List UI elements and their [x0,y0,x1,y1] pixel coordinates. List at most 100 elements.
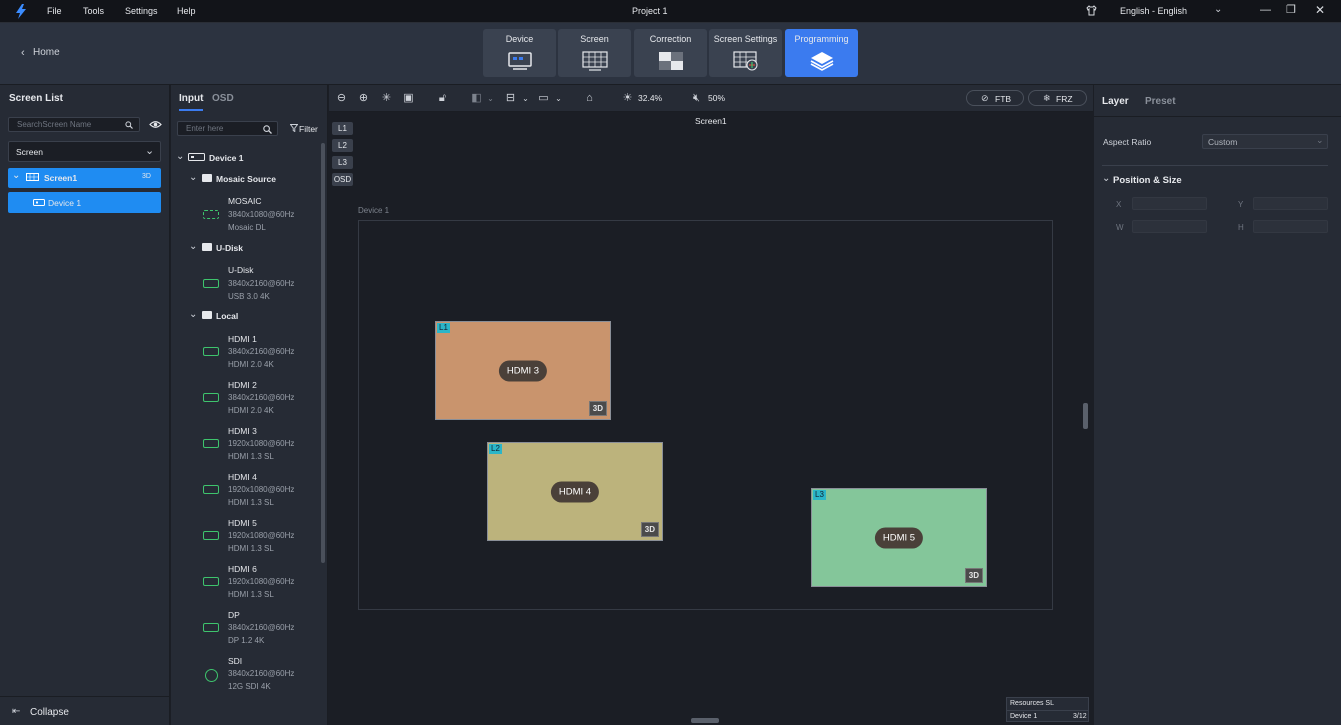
chevron-down-icon[interactable]: ⌄ [189,241,197,252]
chevron-down-icon[interactable]: ⌄ [189,172,197,183]
tab-correction[interactable]: Correction [634,29,707,77]
layer-button-l1[interactable]: L1 [332,122,353,135]
menu-file[interactable]: File [47,6,62,16]
resources-device: Device 1 [1010,713,1038,720]
hdmi-icon [203,393,219,402]
3d-badge[interactable]: 3D [640,522,659,537]
chevron-down-icon[interactable]: ⌄ [484,92,497,105]
chevron-down-icon[interactable]: ⌄ [176,151,184,162]
chevron-down-icon[interactable]: ⌄ [552,92,565,105]
shirt-icon[interactable] [1086,5,1097,16]
tab-programming[interactable]: Programming [785,29,858,77]
collapse-icon[interactable]: ⇤ [12,706,20,717]
eye-icon[interactable] [149,120,162,129]
panel-title: Screen List [9,93,63,104]
tab-device[interactable]: Device [483,29,556,77]
3d-badge[interactable]: 3D [964,568,983,583]
layer-order-icon[interactable]: ◧ [470,92,483,105]
language-select[interactable]: English - English [1120,6,1187,16]
close-icon[interactable]: ✕ [1315,3,1325,17]
chevron-down-icon[interactable]: ⌄ [1102,173,1110,184]
programming-canvas-area: ⊖ ⊕ ✳ ▣ 🔓︎ ◧ ⌄ ⊟ ⌄ ▭ ⌄ ⌂ ☀ 32.4% 🔇︎ 50% … [329,85,1093,725]
horizontal-scroll-handle[interactable] [691,718,719,723]
align-icon[interactable]: ⊟ [504,92,517,105]
group-u-disk[interactable]: U-Disk [216,243,243,253]
back-chevron-icon[interactable]: ‹ [21,47,25,59]
group-local[interactable]: Local [216,311,238,321]
zoom-in-icon[interactable]: ⊕ [357,92,370,105]
zoom-out-icon[interactable]: ⊖ [335,92,348,105]
tab-layer[interactable]: Layer [1102,96,1129,107]
filter-button[interactable]: Filter [299,124,318,134]
brightness-icon[interactable]: ☀ [621,92,634,105]
layer-l2[interactable]: L2 HDMI 4 3D [487,442,663,541]
source-type: HDMI 1.3 SL [228,452,274,461]
screen-settings-icon [733,51,758,71]
tab-screen[interactable]: Screen [558,29,631,77]
y-input[interactable] [1253,197,1328,210]
layer-l1[interactable]: L1 HDMI 3 3D [435,321,611,420]
source-name: HDMI 4 [228,472,257,482]
x-input[interactable] [1132,197,1207,210]
vertical-scroll-handle[interactable] [1083,403,1088,429]
layer-button-osd[interactable]: OSD [332,173,353,186]
fullscreen-icon[interactable]: ▣ [402,92,415,105]
source-resolution: 3840x2160@60Hz [228,393,295,402]
w-input[interactable] [1132,220,1207,233]
chevron-down-icon[interactable]: ⌄ [12,170,20,181]
layer-source-label: HDMI 5 [874,527,924,548]
volume-mute-icon[interactable]: 🔇︎ [690,92,703,105]
menu-help[interactable]: Help [177,6,196,16]
ftb-label: FTB [995,94,1012,104]
layer-l3[interactable]: L3 HDMI 5 3D [811,488,987,587]
chevron-down-icon[interactable]: ⌄ [519,92,532,105]
fit-icon[interactable]: ✳ [380,92,393,105]
clear-icon[interactable]: ⌂ [583,92,596,105]
chevron-down-icon[interactable]: ⌄ [1214,4,1222,15]
tree-item-screen1[interactable]: ⌄ Screen1 3D [8,168,161,188]
filter-icon[interactable] [290,124,298,132]
source-type: HDMI 1.3 SL [228,498,274,507]
x-label: X [1116,200,1122,209]
aspect-ratio-select[interactable]: Custom ⌄ [1202,134,1328,149]
lock-icon[interactable]: 🔓︎ [436,92,449,105]
source-type: HDMI 1.3 SL [228,544,274,553]
layer-button-l2[interactable]: L2 [332,139,353,152]
screen-type-select[interactable]: Screen ⌄ [8,141,161,162]
tab-preset[interactable]: Preset [1145,96,1176,107]
divider [0,696,170,697]
frz-button[interactable]: ❄ FRZ [1028,90,1087,106]
tree-device[interactable]: Device 1 [209,153,244,163]
menu-settings[interactable]: Settings [125,6,158,16]
source-name: SDI [228,656,243,666]
window-icon[interactable]: ▭ [537,92,550,105]
restore-icon[interactable]: ❐ [1286,3,1296,16]
search-icon[interactable] [125,121,133,129]
search-icon[interactable] [263,125,272,134]
collapse-button[interactable]: Collapse [30,707,69,718]
ftb-button[interactable]: ⊘ FTB [966,90,1024,106]
h-input[interactable] [1253,220,1328,233]
hdmi-icon [203,577,219,586]
tab-input[interactable]: Input [179,93,203,104]
tab-screen-settings[interactable]: Screen Settings [709,29,782,77]
home-link[interactable]: Home [33,47,60,58]
tree-item-device1[interactable]: Device 1 [8,192,161,213]
source-search-input[interactable]: Enter here [177,121,278,136]
correction-icon [659,52,683,70]
position-size-section[interactable]: Position & Size [1113,175,1182,186]
chevron-down-icon[interactable]: ⌄ [189,309,197,320]
layer-button-l3[interactable]: L3 [332,156,353,169]
layer-tag: L3 [813,490,826,500]
source-name: DP [228,610,240,620]
menu-tools[interactable]: Tools [83,6,104,16]
screen-search-input[interactable]: SearchScreen Name [8,117,140,132]
minimize-icon[interactable]: — [1260,4,1271,16]
tab-osd[interactable]: OSD [212,93,234,104]
screen-grid-icon [582,51,608,71]
divider [1094,116,1341,117]
group-mosaic-source[interactable]: Mosaic Source [216,174,276,184]
scrollbar[interactable] [321,143,325,563]
3d-badge[interactable]: 3D [588,401,607,416]
app-logo-icon [16,4,26,19]
